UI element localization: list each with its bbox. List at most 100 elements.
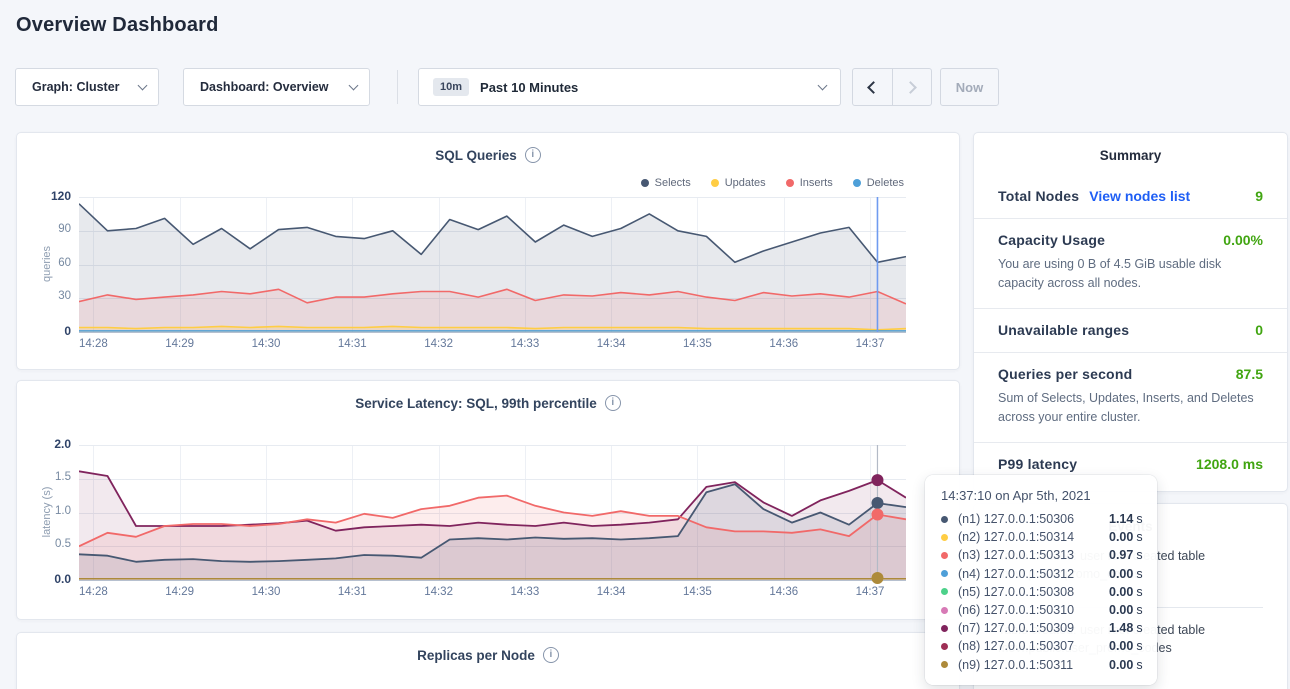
- node-color-dot: [941, 625, 948, 632]
- y-tick-label: 120: [17, 189, 71, 203]
- node-color-dot: [941, 570, 948, 577]
- latency-unit: s: [1136, 621, 1142, 635]
- time-range-selector[interactable]: 10m Past 10 Minutes: [418, 68, 841, 106]
- dashboard-dropdown[interactable]: Dashboard: Overview: [183, 68, 370, 106]
- y-tick-label: 0.0: [17, 572, 71, 586]
- x-tick-label: 14:28: [67, 586, 119, 598]
- x-tick-label: 14:32: [413, 586, 465, 598]
- hover-dot: [871, 474, 883, 486]
- node-color-dot: [941, 661, 948, 668]
- node-latency-value: 0.00s: [1109, 530, 1143, 544]
- x-tick-label: 14:36: [758, 338, 810, 350]
- x-tick-label: 14:31: [326, 338, 378, 350]
- x-tick-label: 14:29: [154, 586, 206, 598]
- latency-unit: s: [1136, 530, 1142, 544]
- node-color-dot: [941, 552, 948, 559]
- next-time-button[interactable]: [892, 69, 931, 105]
- tooltip-row: (n3) 127.0.0.1:503130.97s: [941, 546, 1141, 564]
- replicas-chart-card: Replicas per Node i: [16, 632, 960, 689]
- node-latency-value: 1.48s: [1109, 621, 1143, 635]
- replicas-chart-title: Replicas per Node: [417, 648, 535, 663]
- tooltip-row: (n1) 127.0.0.1:503061.14s: [941, 510, 1141, 528]
- node-color-dot: [941, 643, 948, 650]
- y-tick-label: 90: [17, 223, 71, 235]
- chart-series-svg: [79, 445, 906, 584]
- x-tick-label: 14:29: [154, 338, 206, 350]
- latency-unit: s: [1136, 548, 1142, 562]
- tooltip-rows: (n1) 127.0.0.1:503061.14s(n2) 127.0.0.1:…: [941, 510, 1141, 674]
- chevron-down-icon: [818, 81, 828, 91]
- summary-panel: Summary Total Nodes View nodes list 9 Ca…: [973, 132, 1288, 492]
- now-button[interactable]: Now: [940, 68, 999, 106]
- node-address: (n4) 127.0.0.1:50312: [958, 567, 1109, 581]
- unavailable-ranges-value: 0: [1255, 322, 1263, 338]
- total-nodes-value: 9: [1255, 188, 1263, 204]
- summary-item-capacity-usage: Capacity Usage 0.00% You are using 0 B o…: [974, 219, 1287, 309]
- chevron-right-icon: [904, 81, 917, 94]
- node-color-dot: [941, 534, 948, 541]
- node-latency-value: 0.00s: [1109, 585, 1143, 599]
- node-address: (n6) 127.0.0.1:50310: [958, 603, 1109, 617]
- sql-queries-plot[interactable]: queries 14:2814:2914:3014:3114:3214:3314…: [17, 133, 959, 369]
- node-latency-value: 0.00s: [1109, 639, 1143, 653]
- x-tick-label: 14:35: [671, 586, 723, 598]
- x-tick-label: 14:37: [844, 586, 896, 598]
- node-address: (n8) 127.0.0.1:50307: [958, 639, 1109, 653]
- time-range-label: Past 10 Minutes: [480, 80, 819, 95]
- prev-time-button[interactable]: [853, 69, 892, 105]
- node-latency-value: 0.97s: [1109, 548, 1143, 562]
- summary-item-queries-per-second: Queries per second 87.5 Sum of Selects, …: [974, 353, 1287, 443]
- chart-hover-tooltip: 14:37:10 on Apr 5th, 2021 (n1) 127.0.0.1…: [925, 475, 1157, 685]
- page-title: Overview Dashboard: [16, 14, 219, 37]
- unavailable-ranges-label: Unavailable ranges: [998, 322, 1129, 338]
- x-tick-label: 14:37: [844, 338, 896, 350]
- x-tick-label: 14:32: [413, 338, 465, 350]
- queries-per-second-description: Sum of Selects, Updates, Inserts, and De…: [998, 389, 1263, 428]
- series-area-Inserts: [79, 289, 906, 332]
- total-nodes-label: Total Nodes: [998, 188, 1079, 204]
- node-address: (n1) 127.0.0.1:50306: [958, 512, 1109, 526]
- now-button-label: Now: [956, 80, 983, 95]
- capacity-usage-description: You are using 0 B of 4.5 GiB usable disk…: [998, 255, 1263, 294]
- tooltip-row: (n7) 127.0.0.1:503091.48s: [941, 619, 1141, 637]
- x-tick-label: 14:35: [671, 338, 723, 350]
- y-tick-label: 0.5: [17, 538, 71, 550]
- node-address: (n2) 127.0.0.1:50314: [958, 530, 1109, 544]
- latency-unit: s: [1136, 585, 1142, 599]
- node-color-dot: [941, 588, 948, 595]
- node-latency-value: 1.14s: [1109, 512, 1143, 526]
- hover-dot: [871, 572, 883, 584]
- time-range-badge: 10m: [433, 78, 469, 96]
- queries-per-second-label: Queries per second: [998, 366, 1132, 382]
- x-tick-label: 14:28: [67, 338, 119, 350]
- chevron-down-icon: [138, 81, 148, 91]
- graph-dropdown[interactable]: Graph: Cluster: [15, 68, 159, 106]
- latency-unit: s: [1136, 512, 1142, 526]
- node-address: (n3) 127.0.0.1:50313: [958, 548, 1109, 562]
- hover-dot: [871, 497, 883, 509]
- hover-dot: [871, 509, 883, 521]
- chevron-down-icon: [349, 81, 359, 91]
- service-latency-plot[interactable]: latency (s) 14:2814:2914:3014:3114:3214:…: [17, 381, 959, 619]
- capacity-usage-label: Capacity Usage: [998, 232, 1105, 248]
- view-nodes-list-link[interactable]: View nodes list: [1089, 188, 1190, 204]
- tooltip-row: (n8) 127.0.0.1:503070.00s: [941, 637, 1141, 655]
- x-tick-label: 14:34: [585, 586, 637, 598]
- latency-unit: s: [1136, 639, 1142, 653]
- node-address: (n5) 127.0.0.1:50308: [958, 585, 1109, 599]
- node-color-dot: [941, 516, 948, 523]
- tooltip-row: (n5) 127.0.0.1:503080.00s: [941, 583, 1141, 601]
- latency-unit: s: [1136, 658, 1142, 672]
- tooltip-timestamp: 14:37:10 on Apr 5th, 2021: [941, 488, 1141, 503]
- tooltip-row: (n6) 127.0.0.1:503100.00s: [941, 601, 1141, 619]
- dashboard-dropdown-label: Dashboard: Overview: [200, 80, 329, 94]
- info-icon[interactable]: i: [543, 647, 559, 663]
- y-tick-label: 30: [17, 290, 71, 302]
- queries-per-second-value: 87.5: [1236, 366, 1263, 382]
- node-color-dot: [941, 607, 948, 614]
- latency-unit: s: [1136, 567, 1142, 581]
- x-tick-label: 14:31: [326, 586, 378, 598]
- y-tick-label: 2.0: [17, 437, 71, 451]
- y-tick-label: 1.0: [17, 505, 71, 517]
- x-tick-label: 14:30: [240, 586, 292, 598]
